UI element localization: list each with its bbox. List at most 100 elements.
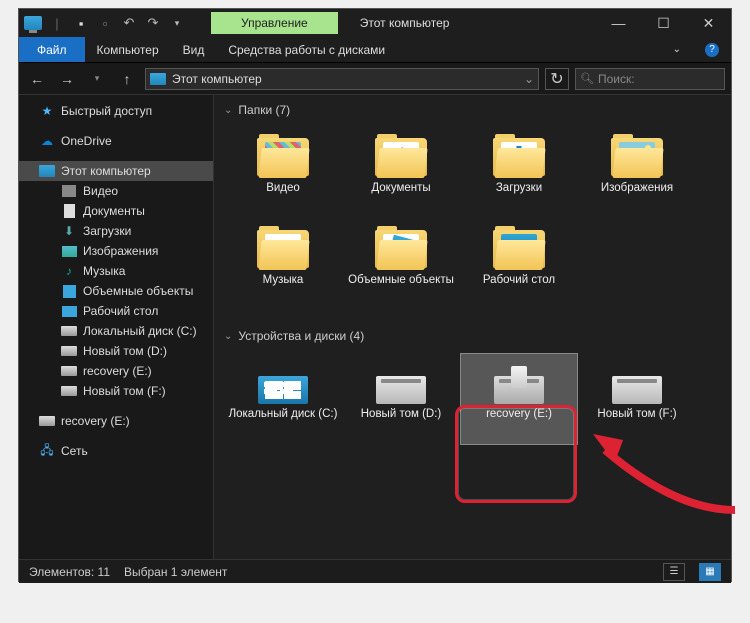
drive-f[interactable]: Новый том (F:) xyxy=(578,353,696,445)
network-icon: 🖧 xyxy=(39,443,55,459)
sidebar-label: Сеть xyxy=(61,444,88,458)
content-pane: ⌄ Папки (7) Видео Документы Загрузки xyxy=(214,95,731,559)
sidebar-label: Рабочий стол xyxy=(83,304,158,318)
folder-music[interactable]: Музыка xyxy=(224,219,342,311)
group-header-drives[interactable]: ⌄ Устройства и диски (4) xyxy=(214,321,731,349)
ribbon-tabs: Файл Компьютер Вид Средства работы с дис… xyxy=(19,37,731,63)
sidebar-item-drive-c[interactable]: Локальный диск (C:) xyxy=(19,321,213,341)
view-tab[interactable]: Вид xyxy=(171,37,217,62)
help-icon: ? xyxy=(705,43,719,57)
drive-icon xyxy=(609,360,665,404)
sidebar-label: Видео xyxy=(83,184,118,198)
desktop-icon xyxy=(61,303,77,319)
details-view-button[interactable]: ☰ xyxy=(663,563,685,581)
qat-redo-icon[interactable]: ↷ xyxy=(143,13,163,33)
tile-label: Загрузки xyxy=(496,182,542,194)
computer-tab[interactable]: Компьютер xyxy=(85,37,171,62)
minimize-button[interactable]: — xyxy=(596,9,641,37)
sidebar-item-drive-e[interactable]: recovery (E:) xyxy=(19,361,213,381)
folder-downloads[interactable]: Загрузки xyxy=(460,127,578,219)
group-label: Устройства и диски (4) xyxy=(238,329,364,343)
os-drive-icon xyxy=(255,360,311,404)
up-button[interactable]: ↑ xyxy=(115,67,139,91)
group-header-folders[interactable]: ⌄ Папки (7) xyxy=(214,95,731,123)
explorer-window: | ▪ ▫ ↶ ↷ ▾ Управление Этот компьютер — … xyxy=(18,8,732,582)
collapse-icon: ⌄ xyxy=(224,331,232,342)
address-bar[interactable]: Этот компьютер ⌄ xyxy=(145,68,539,90)
pc-icon xyxy=(150,73,166,85)
status-selected-count: Выбран 1 элемент xyxy=(124,565,227,579)
drive-tools-tab[interactable]: Средства работы с дисками xyxy=(216,37,397,62)
contextual-tab-manage[interactable]: Управление xyxy=(211,12,338,34)
sidebar-label: Объемные объекты xyxy=(83,284,193,298)
sidebar-quick-access[interactable]: ★ Быстрый доступ xyxy=(19,101,213,121)
tile-label: Рабочий стол xyxy=(483,274,555,286)
star-icon: ★ xyxy=(39,103,55,119)
address-dropdown-icon[interactable]: ⌄ xyxy=(524,72,534,86)
tile-label: Новый том (D:) xyxy=(361,408,442,420)
file-tab[interactable]: Файл xyxy=(19,37,85,62)
status-item-count: Элементов: 11 xyxy=(29,565,110,579)
drive-icon xyxy=(373,360,429,404)
drives-grid: Локальный диск (C:) Новый том (D:) recov… xyxy=(214,349,731,455)
tile-label: Документы xyxy=(371,182,430,194)
back-button[interactable]: ← xyxy=(25,67,49,91)
music-icon: ♪ xyxy=(61,263,77,279)
tile-label: Видео xyxy=(266,182,300,194)
sidebar-item-videos[interactable]: Видео xyxy=(19,181,213,201)
sidebar-network[interactable]: 🖧 Сеть xyxy=(19,441,213,461)
sidebar-recovery-dup[interactable]: recovery (E:) xyxy=(19,411,213,431)
document-icon xyxy=(61,203,77,219)
tile-label: Локальный диск (C:) xyxy=(229,408,338,420)
app-icon xyxy=(23,13,43,33)
search-box[interactable]: 🔍︎ Поиск: xyxy=(575,68,725,90)
sidebar-item-pictures[interactable]: Изображения xyxy=(19,241,213,261)
recent-dropdown[interactable]: ▾ xyxy=(85,67,109,91)
navigation-bar: ← → ▾ ↑ Этот компьютер ⌄ ↻ 🔍︎ Поиск: xyxy=(19,63,731,95)
sidebar-label: OneDrive xyxy=(61,134,112,148)
sidebar-item-documents[interactable]: Документы xyxy=(19,201,213,221)
folder-3d-objects[interactable]: Объемные объекты xyxy=(342,219,460,311)
search-icon: 🔍︎ xyxy=(580,72,594,85)
title-bar: | ▪ ▫ ↶ ↷ ▾ Управление Этот компьютер — … xyxy=(19,9,731,37)
sidebar-label: Новый том (D:) xyxy=(83,344,167,358)
sidebar-item-downloads[interactable]: ⬇Загрузки xyxy=(19,221,213,241)
chevron-down-icon: ⌄ xyxy=(673,44,681,55)
sidebar-label: Документы xyxy=(83,204,145,218)
status-bar: Элементов: 11 Выбран 1 элемент ☰ ▦ xyxy=(19,559,731,583)
search-placeholder: Поиск: xyxy=(598,72,635,86)
sidebar-item-desktop[interactable]: Рабочий стол xyxy=(19,301,213,321)
folder-pictures[interactable]: Изображения xyxy=(578,127,696,219)
drive-d[interactable]: Новый том (D:) xyxy=(342,353,460,445)
tiles-view-button[interactable]: ▦ xyxy=(699,563,721,581)
sidebar-item-drive-f[interactable]: Новый том (F:) xyxy=(19,381,213,401)
group-label: Папки (7) xyxy=(238,103,290,117)
qat-dropdown-icon[interactable]: ▾ xyxy=(167,13,187,33)
maximize-button[interactable]: ☐ xyxy=(641,9,686,37)
sidebar-item-drive-d[interactable]: Новый том (D:) xyxy=(19,341,213,361)
folder-desktop[interactable]: Рабочий стол xyxy=(460,219,578,311)
breadcrumb-segment[interactable]: Этот компьютер xyxy=(172,72,262,86)
sidebar-this-pc[interactable]: Этот компьютер xyxy=(19,161,213,181)
recovery-drive-icon xyxy=(491,360,547,404)
sidebar-item-music[interactable]: ♪Музыка xyxy=(19,261,213,281)
drive-c[interactable]: Локальный диск (C:) xyxy=(224,353,342,445)
qat-new-icon[interactable]: ▫ xyxy=(95,13,115,33)
sidebar-onedrive[interactable]: ☁ OneDrive xyxy=(19,131,213,151)
refresh-button[interactable]: ↻ xyxy=(545,68,569,90)
cube-icon xyxy=(61,283,77,299)
collapse-icon: ⌄ xyxy=(224,105,232,116)
sidebar-item-3d[interactable]: Объемные объекты xyxy=(19,281,213,301)
drive-e-recovery[interactable]: recovery (E:) xyxy=(460,353,578,445)
qat-properties-icon[interactable]: ▪ xyxy=(71,13,91,33)
close-button[interactable]: ✕ xyxy=(686,9,731,37)
folder-videos[interactable]: Видео xyxy=(224,127,342,219)
picture-icon xyxy=(61,243,77,259)
help-button[interactable]: ? xyxy=(693,37,731,62)
sidebar-label: recovery (E:) xyxy=(83,364,152,378)
forward-button[interactable]: → xyxy=(55,67,79,91)
ribbon-expand-button[interactable]: ⌄ xyxy=(661,37,693,62)
folder-documents[interactable]: Документы xyxy=(342,127,460,219)
qat-undo-icon[interactable]: ↶ xyxy=(119,13,139,33)
sidebar-label: Новый том (F:) xyxy=(83,384,166,398)
